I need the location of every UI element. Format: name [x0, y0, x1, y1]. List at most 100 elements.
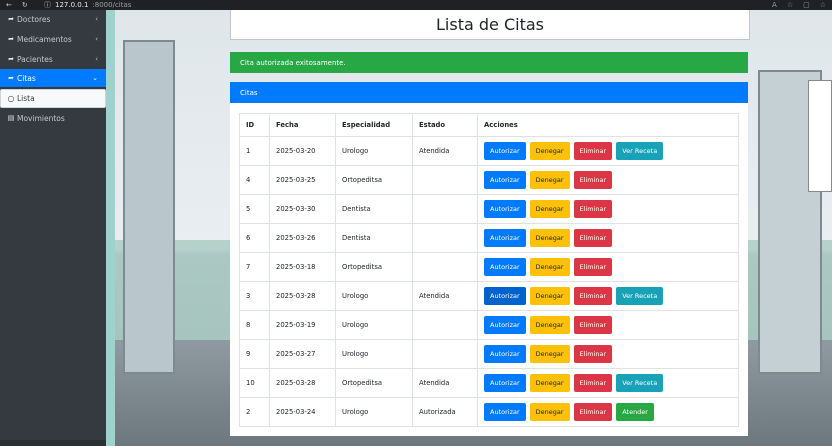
cell-especialidad: Ortopeditsa: [335, 368, 413, 398]
cell-acciones: Autorizar Denegar Eliminar Ver Receta: [477, 281, 739, 311]
cell-fecha: 2025-03-27: [269, 339, 336, 369]
sidebar-item-citas[interactable]: ➦ Citas ⌄: [0, 69, 106, 87]
denegar-button[interactable]: Denegar: [529, 403, 570, 421]
atender-button[interactable]: Atender: [616, 403, 654, 421]
chevron-down-icon: ⌄: [92, 74, 98, 82]
read-aloud-icon[interactable]: A: [772, 1, 777, 9]
cell-acciones: Autorizar Denegar Eliminar: [477, 339, 739, 369]
header-estado: Estado: [412, 113, 478, 137]
autorizar-button[interactable]: Autorizar: [484, 374, 526, 392]
cell-estado: [412, 194, 478, 224]
cell-estado: Atendida: [412, 136, 478, 166]
extensions-icon[interactable]: ▢: [803, 1, 810, 9]
info-icon[interactable]: ⓘ: [44, 0, 51, 10]
cell-acciones: Autorizar Denegar Eliminar Ver Receta: [477, 136, 739, 166]
table-row: 7 2025-03-18 Ortopeditsa Autorizar Denegar El…: [239, 252, 739, 282]
eliminar-button[interactable]: Eliminar: [573, 287, 613, 305]
cell-acciones: Autorizar Denegar Eliminar: [477, 223, 739, 253]
cell-fecha: 2025-03-19: [269, 310, 336, 340]
cell-id: 7: [239, 252, 270, 282]
denegar-button[interactable]: Denegar: [529, 345, 570, 363]
share-arrow-icon: ➦: [8, 55, 14, 63]
denegar-button[interactable]: Denegar: [529, 316, 570, 334]
ver-receta-button[interactable]: Ver Receta: [616, 142, 664, 160]
table-row: 5 2025-03-30 Dentista Autorizar Denegar Elimi…: [239, 194, 739, 224]
url-host: 127.0.0.1: [55, 1, 89, 9]
denegar-button[interactable]: Denegar: [529, 171, 570, 189]
denegar-button[interactable]: Denegar: [529, 142, 570, 160]
eliminar-button[interactable]: Eliminar: [573, 171, 613, 189]
eliminar-button[interactable]: Eliminar: [573, 345, 613, 363]
sidebar-item-doctores[interactable]: ➦ Doctores ‹: [0, 10, 106, 28]
autorizar-button[interactable]: Autorizar: [484, 171, 526, 189]
reload-icon[interactable]: ↻: [22, 1, 28, 9]
ver-receta-button[interactable]: Ver Receta: [616, 287, 664, 305]
autorizar-button[interactable]: Autorizar: [484, 258, 526, 276]
cell-id: 8: [239, 310, 270, 340]
cell-acciones: Autorizar Denegar Eliminar: [477, 194, 739, 224]
autorizar-button[interactable]: Autorizar: [484, 345, 526, 363]
autorizar-button[interactable]: Autorizar: [484, 142, 526, 160]
cell-fecha: 2025-03-28: [269, 368, 336, 398]
cell-id: 9: [239, 339, 270, 369]
card-header: Citas: [230, 82, 748, 103]
sidebar: ➦ Doctores ‹ ➦ Medicamentos ‹ ➦ Paciente…: [0, 10, 106, 446]
cell-fecha: 2025-03-25: [269, 165, 336, 195]
cell-estado: [412, 252, 478, 282]
eliminar-button[interactable]: Eliminar: [573, 258, 613, 276]
cell-estado: Atendida: [412, 368, 478, 398]
autorizar-button[interactable]: Autorizar: [484, 287, 526, 305]
cell-estado: [412, 165, 478, 195]
share-arrow-icon: ➦: [8, 35, 14, 43]
table-row: 10 2025-03-28 Ortopeditsa Atendida Autorizar…: [239, 368, 739, 398]
sidebar-item-medicamentos[interactable]: ➦ Medicamentos ‹: [0, 30, 106, 48]
table-row: 3 2025-03-28 Urologo Atendida Autorizar Deneg…: [239, 281, 739, 311]
favorite-star-icon[interactable]: ☆: [787, 1, 793, 9]
cell-especialidad: Dentista: [335, 194, 413, 224]
ver-receta-button[interactable]: Ver Receta: [616, 374, 664, 392]
cell-especialidad: Ortopeditsa: [335, 252, 413, 282]
sidebar-item-label: Movimientos: [17, 113, 65, 123]
cell-id: 2: [239, 397, 270, 427]
chevron-left-icon: ‹: [95, 35, 98, 43]
autorizar-button[interactable]: Autorizar: [484, 316, 526, 334]
autorizar-button[interactable]: Autorizar: [484, 200, 526, 218]
autorizar-button[interactable]: Autorizar: [484, 403, 526, 421]
autorizar-button[interactable]: Autorizar: [484, 229, 526, 247]
eliminar-button[interactable]: Eliminar: [573, 374, 613, 392]
table-header-row: ID Fecha Especialidad Estado Acciones: [239, 113, 739, 137]
favorites-icon[interactable]: ☆: [820, 1, 826, 9]
cell-acciones: Autorizar Denegar Eliminar: [477, 252, 739, 282]
eliminar-button[interactable]: Eliminar: [573, 200, 613, 218]
cell-id: 3: [239, 281, 270, 311]
table-body: 1 2025-03-20 Urologo Atendida Autorizar Deneg…: [239, 136, 739, 427]
eye-chart: [808, 80, 832, 192]
eliminar-button[interactable]: Eliminar: [573, 403, 613, 421]
table-row: 6 2025-03-26 Dentista Autorizar Denegar Elimi…: [239, 223, 739, 253]
table-row: 1 2025-03-20 Urologo Atendida Autorizar Deneg…: [239, 136, 739, 166]
eliminar-button[interactable]: Eliminar: [573, 142, 613, 160]
cell-especialidad: Dentista: [335, 223, 413, 253]
cell-fecha: 2025-03-24: [269, 397, 336, 427]
sidebar-item-label: Doctores: [17, 14, 51, 24]
cell-especialidad: Ortopeditsa: [335, 165, 413, 195]
cell-especialidad: Urologo: [335, 339, 413, 369]
cell-acciones: Autorizar Denegar Eliminar: [477, 165, 739, 195]
denegar-button[interactable]: Denegar: [529, 258, 570, 276]
denegar-button[interactable]: Denegar: [529, 287, 570, 305]
cell-id: 10: [239, 368, 270, 398]
eliminar-button[interactable]: Eliminar: [573, 316, 613, 334]
chevron-left-icon: ‹: [95, 15, 98, 23]
sidebar-item-movimientos[interactable]: ▤ Movimientos: [0, 109, 106, 127]
denegar-button[interactable]: Denegar: [529, 200, 570, 218]
eliminar-button[interactable]: Eliminar: [573, 229, 613, 247]
address-bar[interactable]: ⓘ 127.0.0.1:8000/citas: [44, 0, 131, 10]
sidebar-subitem-lista[interactable]: ○ Lista: [0, 89, 106, 108]
cell-fecha: 2025-03-18: [269, 252, 336, 282]
denegar-button[interactable]: Denegar: [529, 229, 570, 247]
sidebar-item-pacientes[interactable]: ➦ Pacientes ‹: [0, 50, 106, 68]
denegar-button[interactable]: Denegar: [529, 374, 570, 392]
cell-acciones: Autorizar Denegar Eliminar Atender: [477, 397, 739, 427]
back-icon[interactable]: ←: [6, 1, 12, 9]
citas-card: ID Fecha Especialidad Estado Acciones 12…: [230, 103, 748, 436]
